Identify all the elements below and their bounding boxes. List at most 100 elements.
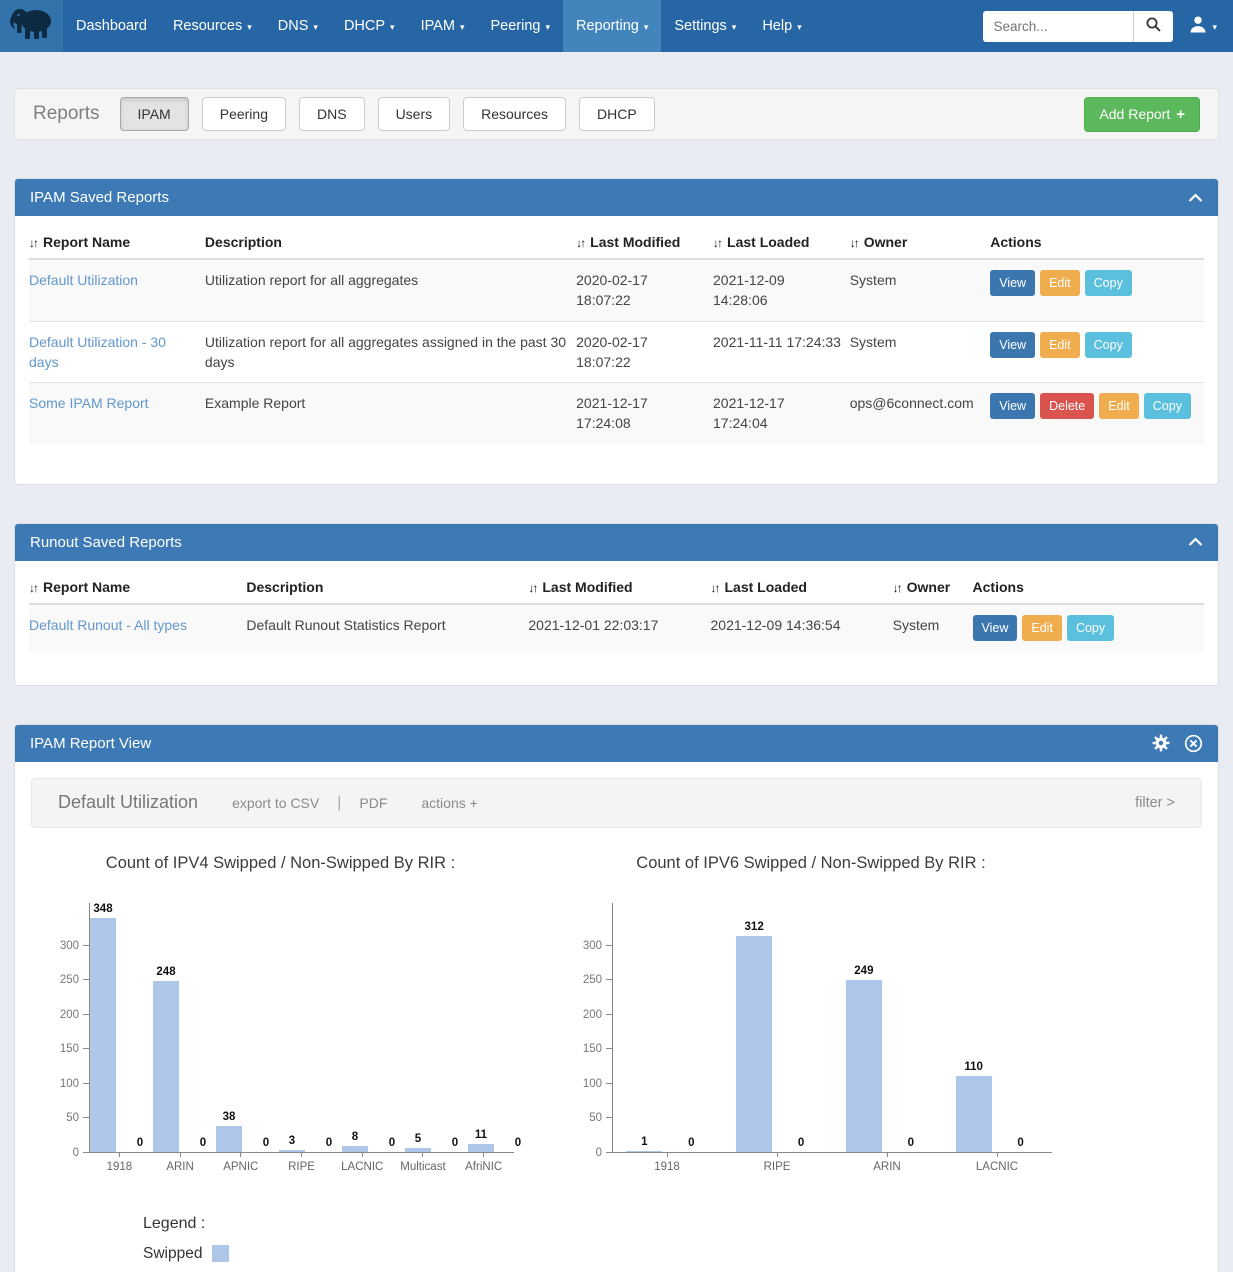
y-tick-label: 50 — [66, 1112, 79, 1124]
copy-button[interactable]: Copy — [1067, 615, 1114, 641]
user-caret-icon: ▾ — [1212, 22, 1217, 33]
last-modified: 2020-02-17 18:07:22 — [576, 321, 713, 383]
report-tab-ipam[interactable]: IPAM — [120, 97, 189, 131]
filter-toggle[interactable]: filter > — [1135, 795, 1175, 811]
actions-cell: ViewEditCopy — [990, 321, 1204, 383]
nav-item-label: Reporting — [576, 18, 639, 34]
column-header-report-name[interactable]: ↓↑Report Name — [29, 226, 205, 259]
report-tab-users[interactable]: Users — [378, 97, 451, 131]
bar-value-label: 0 — [326, 1137, 332, 1149]
export-csv-link[interactable]: export to CSV — [232, 795, 319, 811]
bar-value-label: 110 — [964, 1061, 983, 1073]
edit-button[interactable]: Edit — [1099, 393, 1139, 419]
close-circle-icon[interactable] — [1184, 734, 1203, 753]
report-name-link[interactable]: Default Utilization — [29, 272, 138, 288]
report-tab-peering[interactable]: Peering — [202, 97, 286, 131]
nav-item-resources[interactable]: Resources▾ — [160, 0, 265, 52]
search-button[interactable] — [1133, 11, 1173, 42]
view-button[interactable]: View — [990, 393, 1035, 419]
toolbar-divider: | — [337, 794, 341, 812]
copy-button[interactable]: Copy — [1144, 393, 1191, 419]
sort-icon: ↓↑ — [576, 236, 584, 250]
bar-value-label: 11 — [475, 1129, 487, 1141]
report-tab-dns[interactable]: DNS — [299, 97, 365, 131]
nav-item-label: Dashboard — [76, 18, 147, 34]
nav-item-dns[interactable]: DNS▾ — [265, 0, 331, 52]
nav-item-settings[interactable]: Settings▾ — [661, 0, 749, 52]
nav-item-label: IPAM — [421, 18, 455, 34]
report-name-link[interactable]: Some IPAM Report — [29, 395, 149, 411]
nav-item-reporting[interactable]: Reporting▾ — [563, 0, 661, 52]
bar-value-label: 249 — [854, 965, 873, 977]
bar-value-label: 0 — [798, 1137, 804, 1149]
reports-toolbar: Reports IPAM Peering DNS Users Resources DHCP… — [14, 88, 1219, 140]
column-header-last-modified[interactable]: ↓↑Last Modified — [528, 571, 710, 604]
view-button[interactable]: View — [990, 332, 1035, 358]
nav-menu: DashboardResources▾DNS▾DHCP▾IPAM▾Peering… — [63, 0, 815, 52]
top-navbar: DashboardResources▾DNS▾DHCP▾IPAM▾Peering… — [0, 0, 1233, 52]
sort-icon: ↓↑ — [528, 581, 536, 595]
report-name-link[interactable]: Default Utilization - 30 days — [29, 334, 166, 370]
bar-group-lacnic: 80 — [342, 903, 405, 1152]
swipped-bar — [216, 1126, 242, 1152]
bar-value-label: 312 — [745, 921, 764, 933]
bar-value-label: 5 — [415, 1133, 421, 1145]
runout-saved-reports-panel: Runout Saved Reports ↓↑Report NameDescri… — [14, 523, 1219, 686]
nav-item-ipam[interactable]: IPAM ▾ — [408, 0, 478, 52]
column-header-owner[interactable]: ↓↑Owner — [893, 571, 973, 604]
ipam-report-view-panel: IPAM Report View — [14, 724, 1219, 1272]
delete-button[interactable]: Delete — [1040, 393, 1094, 419]
column-header-actions: Actions — [973, 571, 1204, 604]
add-report-button[interactable]: Add Report+ — [1084, 97, 1200, 132]
view-button[interactable]: View — [990, 270, 1035, 296]
swipped-bar — [626, 1151, 662, 1152]
sort-icon: ↓↑ — [29, 581, 37, 595]
copy-button[interactable]: Copy — [1085, 270, 1132, 296]
column-header-last-modified[interactable]: ↓↑Last Modified — [576, 226, 713, 259]
export-pdf-link[interactable]: PDF — [359, 795, 387, 811]
report-description: Utilization report for all aggregates — [205, 259, 576, 321]
actions-menu[interactable]: actions + — [421, 795, 477, 811]
column-header-last-loaded[interactable]: ↓↑Last Loaded — [713, 226, 850, 259]
view-button[interactable]: View — [973, 615, 1018, 641]
nav-item-peering[interactable]: Peering ▾ — [477, 0, 563, 52]
gear-icon[interactable] — [1152, 734, 1170, 752]
bar-value-label: 0 — [389, 1137, 395, 1149]
report-name-link[interactable]: Default Runout - All types — [29, 617, 187, 633]
sort-icon: ↓↑ — [711, 581, 719, 595]
nav-item-help[interactable]: Help▾ — [749, 0, 814, 52]
bar-value-label: 0 — [908, 1137, 914, 1149]
nav-item-label: Resources — [173, 18, 242, 34]
chevron-down-icon: ▾ — [460, 22, 465, 33]
bar-group-arin: 249 0 — [833, 903, 943, 1152]
chevron-down-icon: ▾ — [545, 22, 550, 33]
edit-button[interactable]: Edit — [1022, 615, 1062, 641]
nav-item-label: Peering — [490, 18, 540, 34]
nav-item-dashboard[interactable]: Dashboard — [63, 0, 160, 52]
y-tick-label: 300 — [583, 940, 602, 952]
copy-button[interactable]: Copy — [1085, 332, 1132, 358]
column-header-owner[interactable]: ↓↑Owner — [850, 226, 991, 259]
elephant-logo-icon — [9, 6, 55, 47]
column-header-report-name[interactable]: ↓↑Report Name — [29, 571, 246, 604]
app-logo[interactable] — [0, 0, 63, 52]
reports-title: Reports — [33, 103, 100, 125]
edit-button[interactable]: Edit — [1040, 332, 1080, 358]
table-row: Default Utilization Utilization report fo… — [29, 259, 1204, 321]
collapse-chevron-up-icon[interactable] — [1188, 193, 1203, 203]
chevron-down-icon: ▾ — [313, 22, 318, 33]
swipped-bar — [405, 1148, 431, 1151]
swipped-bar — [846, 980, 882, 1152]
search-input[interactable] — [983, 11, 1133, 42]
edit-button[interactable]: Edit — [1040, 270, 1080, 296]
nav-item-label: Help — [762, 18, 792, 34]
sort-icon: ↓↑ — [850, 236, 858, 250]
report-tab-resources[interactable]: Resources — [463, 97, 566, 131]
user-menu[interactable]: ▾ — [1189, 15, 1217, 38]
column-header-last-loaded[interactable]: ↓↑Last Loaded — [711, 571, 893, 604]
report-tab-dhcp[interactable]: DHCP — [579, 97, 655, 131]
nav-item-dhcp[interactable]: DHCP▾ — [331, 0, 408, 52]
collapse-chevron-up-icon[interactable] — [1188, 537, 1203, 547]
report-view-toolbar: Default Utilization export to CSV | PDF … — [31, 778, 1202, 828]
bar-group-ripe: 312 0 — [723, 903, 833, 1152]
